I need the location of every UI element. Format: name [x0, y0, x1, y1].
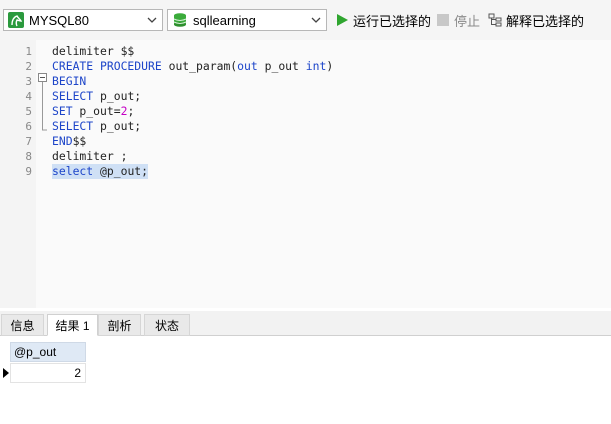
code-line[interactable]: 9 select @p_out; [0, 164, 611, 179]
column-header-p-out[interactable]: @p_out [10, 342, 86, 362]
code-line[interactable]: 6 SELECT p_out; [0, 119, 611, 134]
line-number: 2 [25, 60, 32, 73]
line-number: 8 [25, 150, 32, 163]
database-label: sqllearning [193, 12, 256, 28]
code-text: SELECT p_out; [52, 119, 141, 134]
play-icon [337, 14, 348, 26]
tab-status[interactable]: 状态 [144, 314, 190, 336]
code-line[interactable]: 8 delimiter ; [0, 149, 611, 164]
sql-text: p_out; [93, 119, 142, 133]
toolbar: MYSQL80 sqllearning 运行已选择的 停止 解释已选择的 [0, 0, 611, 40]
sql-keyword: SELECT [52, 119, 94, 133]
connection-select[interactable]: MYSQL80 [3, 9, 163, 31]
sql-keyword: SELECT [52, 89, 94, 103]
sql-keyword: out [237, 59, 258, 73]
line-number: 4 [25, 90, 32, 103]
sql-keyword: BEGIN [52, 74, 87, 88]
stop-button[interactable]: 停止 [436, 11, 480, 29]
sql-text: p_out= [72, 104, 121, 118]
run-selected-label: 运行已选择的 [353, 13, 432, 29]
tab-info[interactable]: 信息 [1, 314, 44, 336]
line-number: 7 [25, 135, 32, 148]
code-text: SELECT p_out; [52, 89, 141, 104]
code-line[interactable]: 3 BEGIN [0, 74, 611, 89]
sql-keyword: select [52, 164, 94, 178]
sql-keyword: SET [52, 104, 73, 118]
line-number: 3 [25, 75, 32, 88]
current-row-indicator-icon [3, 368, 9, 378]
code-line[interactable]: 7 END$$ [0, 134, 611, 149]
sql-editor[interactable]: 1 delimiter $$ 2 CREATE PROCEDURE out_param… [0, 40, 611, 308]
fold-collapse-icon[interactable] [38, 73, 47, 82]
code-text: BEGIN [52, 74, 86, 89]
sql-text: out_param( [161, 59, 238, 73]
tab-result-1[interactable]: 结果 1 [47, 314, 98, 336]
explain-tree-icon [488, 13, 502, 27]
sql-text: $$ [72, 134, 87, 148]
database-icon [173, 13, 187, 27]
code-line[interactable]: 4 SELECT p_out; [0, 89, 611, 104]
line-number: 6 [25, 120, 32, 133]
sql-keyword: int [305, 59, 327, 73]
chevron-down-icon [311, 17, 321, 23]
code-text: CREATE PROCEDURE out_param(out p_out int… [52, 59, 333, 74]
sql-text: delimiter $$ [52, 44, 135, 58]
code-text: select @p_out; [52, 164, 149, 179]
database-select[interactable]: sqllearning [167, 9, 327, 31]
sql-text: @p_out; [93, 164, 149, 178]
line-number: 5 [25, 105, 32, 118]
sql-text: p_out; [93, 89, 142, 103]
explain-selected-label: 解释已选择的 [506, 13, 585, 29]
line-number: 9 [25, 165, 32, 178]
code-line[interactable]: 2 CREATE PROCEDURE out_param(out p_out in… [0, 59, 611, 74]
tab-profile[interactable]: 剖析 [98, 314, 141, 336]
sql-text: ; [127, 104, 135, 118]
stop-label: 停止 [454, 13, 481, 29]
stop-icon [437, 14, 449, 26]
result-tab-bar: 信息 结果 1 剖析 状态 [0, 311, 611, 336]
table-cell[interactable]: 2 [10, 363, 86, 383]
sql-text: ) [326, 59, 334, 73]
sql-keyword: END [52, 134, 73, 148]
sql-text: p_out [257, 59, 306, 73]
code-text: delimiter $$ [52, 44, 134, 59]
code-line[interactable]: 1 delimiter $$ [0, 44, 611, 59]
code-text: SET p_out=2; [52, 104, 134, 119]
result-grid: @p_out 2 [0, 336, 611, 424]
explain-selected-button[interactable]: 解释已选择的 [488, 11, 584, 29]
code-line[interactable]: 5 SET p_out=2; [0, 104, 611, 119]
run-selected-button[interactable]: 运行已选择的 [335, 11, 431, 29]
code-text: delimiter ; [52, 149, 127, 164]
sql-text: delimiter ; [52, 149, 128, 163]
code-text: END$$ [52, 134, 86, 149]
chevron-down-icon [147, 17, 157, 23]
fold-line-icon [42, 82, 47, 131]
sql-keyword: CREATE PROCEDURE [52, 59, 162, 73]
connection-label: MYSQL80 [29, 12, 89, 28]
line-number: 1 [25, 45, 32, 58]
mysql-dolphin-icon [8, 12, 24, 28]
